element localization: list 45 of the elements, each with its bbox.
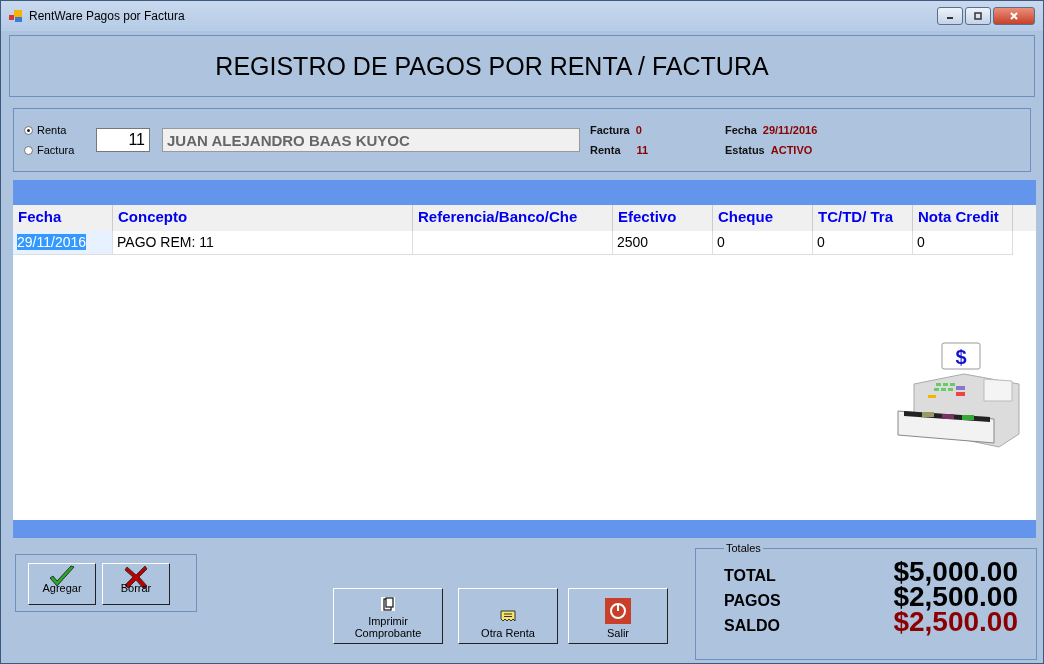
info-label: Factura (590, 124, 630, 136)
table-cell: 29/11/2016 (13, 231, 113, 255)
maximize-button[interactable] (965, 7, 991, 25)
info-value: ACTIVO (770, 144, 813, 156)
action-button[interactable]: Salir (568, 588, 668, 644)
minimize-button[interactable] (937, 7, 963, 25)
info-value: 0 (635, 124, 642, 136)
column-header[interactable]: Concepto (113, 205, 413, 231)
total-label: TOTAL (724, 567, 776, 585)
number-field[interactable]: 11 (96, 128, 150, 152)
close-icon (1009, 11, 1019, 21)
total-label: SALDO (724, 617, 780, 635)
column-header[interactable]: TC/TD/ Tra (813, 205, 913, 231)
window-title: RentWare Pagos por Factura (29, 9, 185, 23)
info-label: Estatus (725, 144, 765, 156)
column-header[interactable]: Referencia/Banco/Che (413, 205, 613, 231)
maximize-icon (973, 11, 983, 21)
column-header[interactable]: Cheque (713, 205, 813, 231)
document-icon (380, 596, 396, 612)
table-cell: 0 (913, 231, 1013, 255)
close-button[interactable] (993, 7, 1035, 25)
action-button[interactable]: Imprimir Comprobante (333, 588, 443, 644)
table-cell: 2500 (613, 231, 713, 255)
total-label: PAGOS (724, 592, 781, 610)
info-label: Renta (590, 144, 621, 156)
info-label: Fecha (725, 124, 757, 136)
totals-title: Totales (725, 542, 762, 554)
action-button[interactable]: Otra Renta (458, 588, 558, 644)
table-cell: PAGO REM: 11 (113, 231, 413, 255)
app-icon (9, 9, 23, 23)
power-icon (605, 598, 631, 624)
table-cell: 0 (813, 231, 913, 255)
total-value: $5,000.00 (893, 559, 1018, 585)
toolbar-button[interactable]: Borrar (102, 563, 170, 605)
receipt-icon (500, 608, 516, 624)
radio-option[interactable]: Factura (24, 144, 96, 156)
toolbar-button[interactable]: Agregar (28, 563, 96, 605)
table-cell: 0 (713, 231, 813, 255)
column-header[interactable]: Efectivo (613, 205, 713, 231)
column-header[interactable]: Nota Credit (913, 205, 1013, 231)
radio-option[interactable]: Renta (24, 124, 96, 136)
header-title: REGISTRO DE PAGOS POR RENTA / FACTURA (215, 51, 769, 81)
info-value: 29/11/2016 (762, 124, 818, 136)
client-name-field[interactable]: JUAN ALEJANDRO BAAS KUYOC (162, 128, 580, 152)
info-value: 11 (636, 144, 649, 156)
